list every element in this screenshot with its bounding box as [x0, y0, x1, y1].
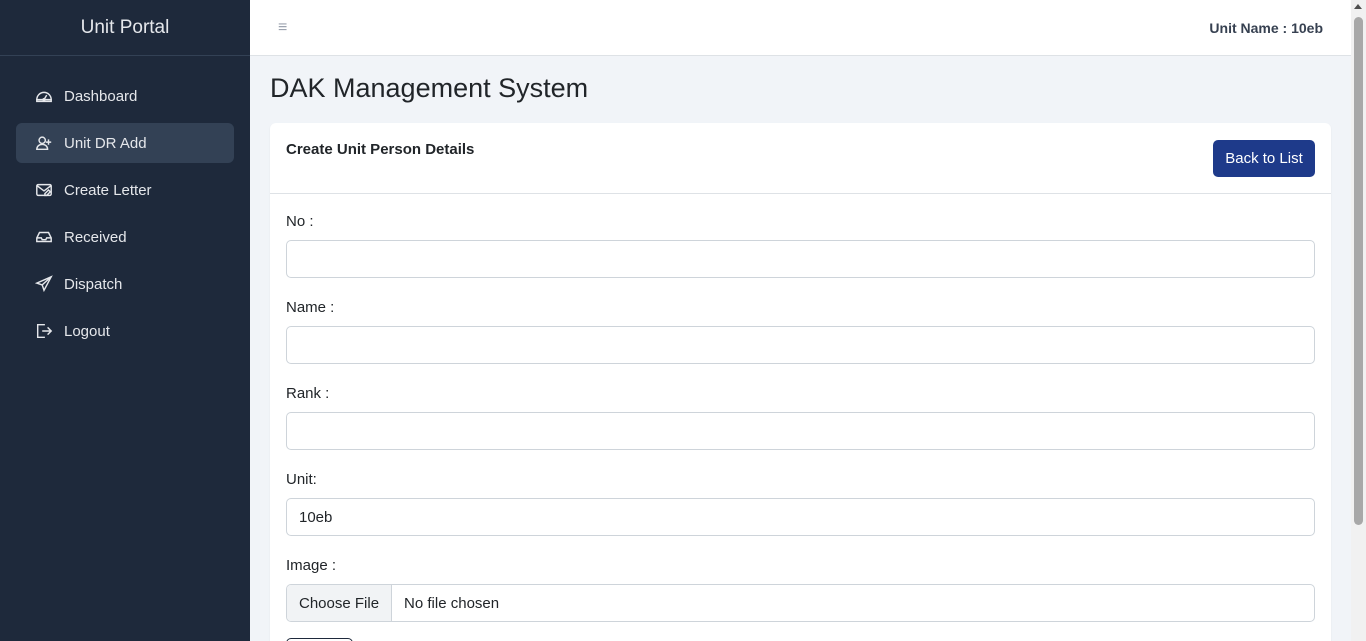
rank-field-group: Rank : — [286, 385, 1315, 450]
no-field-group: No : — [286, 213, 1315, 278]
envelope-icon — [34, 180, 54, 200]
name-label: Name : — [286, 299, 335, 316]
sidebar-item-label: Dispatch — [64, 275, 123, 293]
sidebar-item-label: Dashboard — [64, 87, 138, 105]
choose-file-button[interactable]: Choose File — [287, 585, 393, 621]
user-plus-icon — [34, 133, 54, 153]
unit-label: Unit: — [286, 471, 317, 488]
sidebar-item-received[interactable]: Received — [16, 217, 234, 257]
back-to-list-button[interactable]: Back to List — [1213, 140, 1315, 177]
rank-input[interactable] — [286, 412, 1315, 450]
topbar: ≡ Unit Name : 10eb — [250, 0, 1351, 56]
sidebar-item-create-letter[interactable]: Create Letter — [16, 170, 234, 210]
page-title: DAK Management System — [270, 73, 589, 103]
sidebar: Unit Portal Dashboard Unit DR Add Create… — [0, 0, 250, 641]
sidebar-item-logout[interactable]: Logout — [16, 311, 234, 351]
main-content: DAK Management System Create Unit Person… — [250, 56, 1351, 641]
no-input[interactable] — [286, 240, 1315, 278]
logout-icon — [34, 321, 54, 341]
image-label: Image : — [286, 557, 337, 574]
file-status-text: No file chosen — [404, 594, 500, 612]
unit-name-label: Unit Name : 10eb — [1209, 19, 1323, 36]
form-card: Create Unit Person Details Back to List … — [270, 123, 1331, 641]
image-field-group: Image : Choose File No file chosen — [286, 557, 1315, 622]
sidebar-item-label: Received — [64, 228, 127, 246]
unit-input[interactable] — [286, 498, 1315, 536]
image-file-input[interactable]: Choose File No file chosen — [286, 584, 1315, 622]
send-icon — [34, 274, 54, 294]
sidebar-nav: Dashboard Unit DR Add Create Letter Rece… — [0, 56, 250, 351]
scroll-up-icon[interactable] — [1354, 4, 1362, 9]
dashboard-icon — [34, 86, 54, 106]
inbox-icon — [34, 227, 54, 247]
rank-label: Rank : — [286, 385, 330, 402]
name-field-group: Name : — [286, 299, 1315, 364]
sidebar-item-label: Create Letter — [64, 181, 152, 199]
scrollbar-thumb[interactable] — [1354, 17, 1363, 525]
sidebar-item-label: Logout — [64, 322, 110, 340]
menu-toggle-icon[interactable]: ≡ — [278, 19, 287, 37]
unit-field-group: Unit: — [286, 471, 1315, 536]
sidebar-brand: Unit Portal — [0, 0, 250, 56]
page-scrollbar[interactable] — [1351, 0, 1366, 641]
sidebar-item-unit-dr-add[interactable]: Unit DR Add — [16, 123, 234, 163]
name-input[interactable] — [286, 326, 1315, 364]
sidebar-item-dashboard[interactable]: Dashboard — [16, 76, 234, 116]
sidebar-item-label: Unit DR Add — [64, 134, 147, 152]
no-label: No : — [286, 213, 314, 230]
card-title: Create Unit Person Details — [286, 141, 475, 158]
card-header: Create Unit Person Details Back to List — [270, 123, 1331, 194]
sidebar-item-dispatch[interactable]: Dispatch — [16, 264, 234, 304]
